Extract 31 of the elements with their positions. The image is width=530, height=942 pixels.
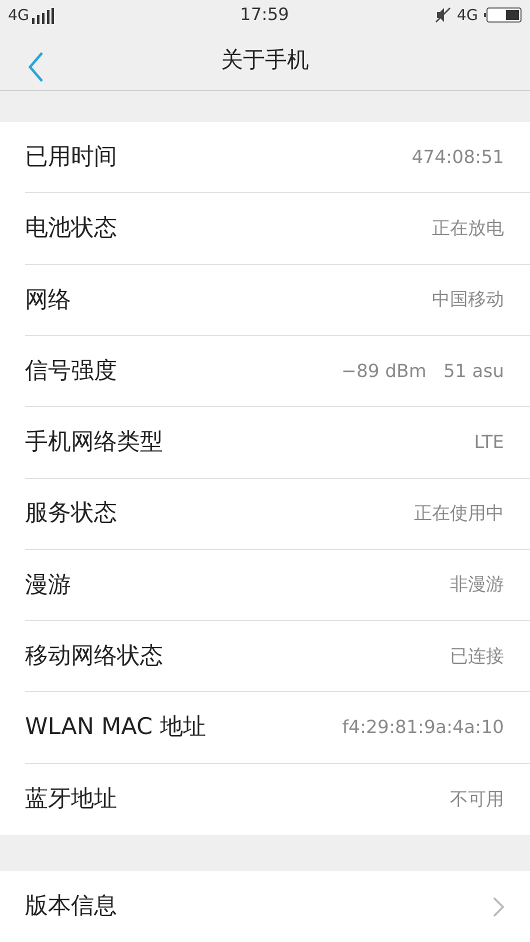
row-label: 信号强度 bbox=[25, 356, 117, 386]
row-value: 474:08:51 bbox=[412, 146, 504, 170]
mute-icon bbox=[434, 7, 451, 24]
network-type: 4G bbox=[8, 5, 30, 26]
row-label: WLAN MAC 地址 bbox=[25, 713, 206, 742]
row-label: 蓝牙地址 bbox=[25, 785, 117, 814]
row-label: 网络 bbox=[25, 286, 71, 315]
battery-icon bbox=[484, 7, 522, 24]
row-value: −89 dBm 51 asu bbox=[341, 360, 504, 384]
row-value: 中国移动 bbox=[432, 288, 504, 312]
row-label: 漫游 bbox=[25, 570, 71, 600]
row-value: 正在放电 bbox=[432, 216, 504, 241]
network-type: 4G bbox=[456, 5, 478, 26]
row-value: 正在使用中 bbox=[414, 502, 504, 526]
row-value: 不可用 bbox=[450, 788, 504, 812]
row-label: 移动网络状态 bbox=[25, 642, 163, 671]
row-label: 服务状态 bbox=[25, 499, 117, 528]
chevron-icon bbox=[493, 896, 504, 916]
row-label: 已用时间 bbox=[25, 142, 117, 172]
row-value: f4:29:81:9a:4a:10 bbox=[342, 716, 504, 740]
row-value: LTE bbox=[474, 430, 504, 455]
row-label: 电池状态 bbox=[25, 214, 117, 244]
row-label: 手机网络类型 bbox=[25, 428, 163, 458]
row-value: 已连接 bbox=[450, 644, 504, 669]
window-title: 关于手机 bbox=[221, 47, 309, 76]
signal-icon bbox=[32, 8, 54, 24]
back-chevron-icon bbox=[27, 50, 45, 83]
list-item[interactable]: 版本信息 bbox=[0, 871, 530, 942]
clock: 17:59 bbox=[240, 4, 289, 27]
row-value: 非漫游 bbox=[450, 573, 504, 598]
row-label: 版本信息 bbox=[25, 892, 117, 922]
